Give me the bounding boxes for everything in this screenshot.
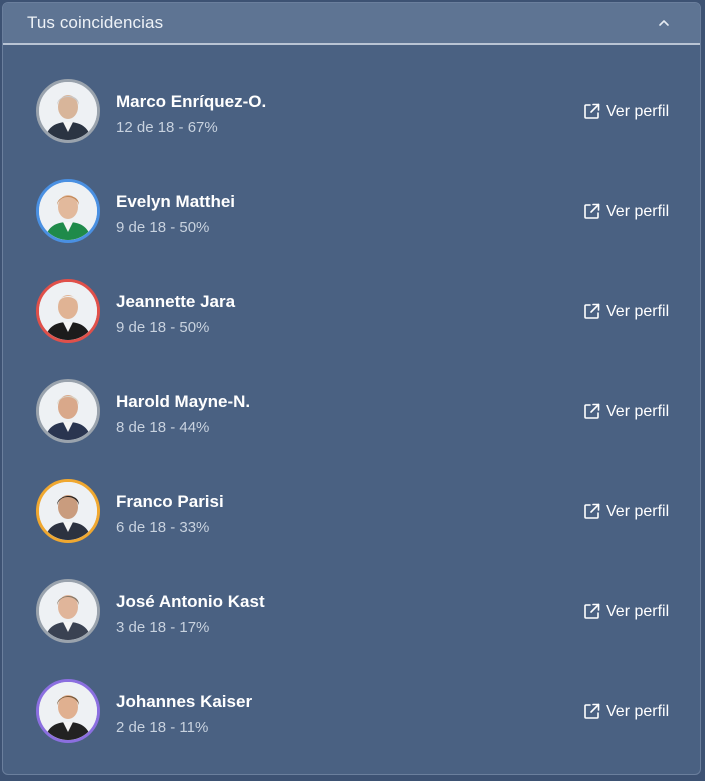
ver-perfil-label: Ver perfil — [606, 102, 670, 120]
panel-header[interactable]: Tus coincidencias — [3, 3, 700, 45]
candidate-avatar — [36, 679, 100, 743]
ver-perfil-label: Ver perfil — [606, 702, 670, 720]
candidate-score: 8 de 18 - 44% — [116, 419, 210, 436]
ver-perfil-link[interactable]: Ver perfil — [582, 202, 669, 221]
ver-perfil-link[interactable]: Ver perfil — [582, 102, 669, 121]
external-link-icon — [584, 603, 600, 619]
external-link-icon — [584, 103, 600, 119]
ver-perfil-label: Ver perfil — [606, 202, 670, 220]
collapse-button[interactable] — [652, 11, 676, 35]
external-link-icon — [584, 503, 600, 519]
ver-perfil-link[interactable]: Ver perfil — [582, 502, 669, 521]
portrait-icon — [39, 682, 97, 740]
candidate-row: Marco Enríquez-O. 12 de 18 - 67% Ver perfi… — [3, 47, 700, 147]
candidate-name: Harold Mayne-N. — [116, 392, 251, 411]
candidate-name: José Antonio Kast — [116, 592, 265, 611]
candidate-row: José Antonio Kast 3 de 18 - 17% Ver perfil — [3, 547, 700, 647]
chevron-up-icon — [659, 20, 669, 26]
candidate-avatar — [36, 579, 100, 643]
candidate-avatar — [36, 79, 100, 143]
external-link-icon — [584, 203, 600, 219]
candidate-row: Evelyn Matthei 9 de 18 - 50% Ver perfil — [3, 147, 700, 247]
portrait-icon — [39, 482, 97, 540]
candidate-name: Franco Parisi — [116, 492, 224, 511]
ver-perfil-label: Ver perfil — [606, 402, 670, 420]
candidate-score: 12 de 18 - 67% — [116, 119, 218, 136]
ver-perfil-label: Ver perfil — [606, 502, 670, 520]
portrait-icon — [39, 582, 97, 640]
candidate-row: Franco Parisi 6 de 18 - 33% Ver perfil — [3, 447, 700, 547]
ver-perfil-link[interactable]: Ver perfil — [582, 602, 669, 621]
panel-title: Tus coincidencias — [27, 13, 164, 32]
portrait-icon — [39, 182, 97, 240]
portrait-icon — [39, 382, 97, 440]
candidate-name: Johannes Kaiser — [116, 692, 253, 711]
external-link-icon — [584, 303, 600, 319]
candidate-avatar — [36, 479, 100, 543]
ver-perfil-link[interactable]: Ver perfil — [582, 402, 669, 421]
candidate-score: 6 de 18 - 33% — [116, 519, 210, 536]
candidate-row: Jeannette Jara 9 de 18 - 50% Ver perfil — [3, 247, 700, 347]
ver-perfil-link[interactable]: Ver perfil — [582, 702, 669, 721]
candidate-name: Marco Enríquez-O. — [116, 92, 267, 111]
candidate-score: 2 de 18 - 11% — [116, 719, 209, 736]
ver-perfil-label: Ver perfil — [606, 602, 670, 620]
candidate-avatar — [36, 379, 100, 443]
coincidencias-panel: Tus coincidencias Marco Enríquez-O. 12 de… — [2, 2, 701, 775]
ver-perfil-link[interactable]: Ver perfil — [582, 302, 669, 321]
candidate-row: Johannes Kaiser 2 de 18 - 11% Ver perfil — [3, 647, 700, 747]
candidate-name: Evelyn Matthei — [116, 192, 236, 211]
external-link-icon — [584, 703, 600, 719]
external-link-icon — [584, 403, 600, 419]
candidate-name: Jeannette Jara — [116, 292, 236, 311]
ver-perfil-label: Ver perfil — [606, 302, 670, 320]
candidate-row: Harold Mayne-N. 8 de 18 - 44% Ver perfil — [3, 347, 700, 447]
candidate-score: 3 de 18 - 17% — [116, 619, 210, 636]
candidate-avatar — [36, 279, 100, 343]
portrait-icon — [39, 282, 97, 340]
portrait-icon — [39, 82, 97, 140]
candidate-avatar — [36, 179, 100, 243]
candidate-score: 9 de 18 - 50% — [116, 219, 210, 236]
candidate-score: 9 de 18 - 50% — [116, 319, 210, 336]
